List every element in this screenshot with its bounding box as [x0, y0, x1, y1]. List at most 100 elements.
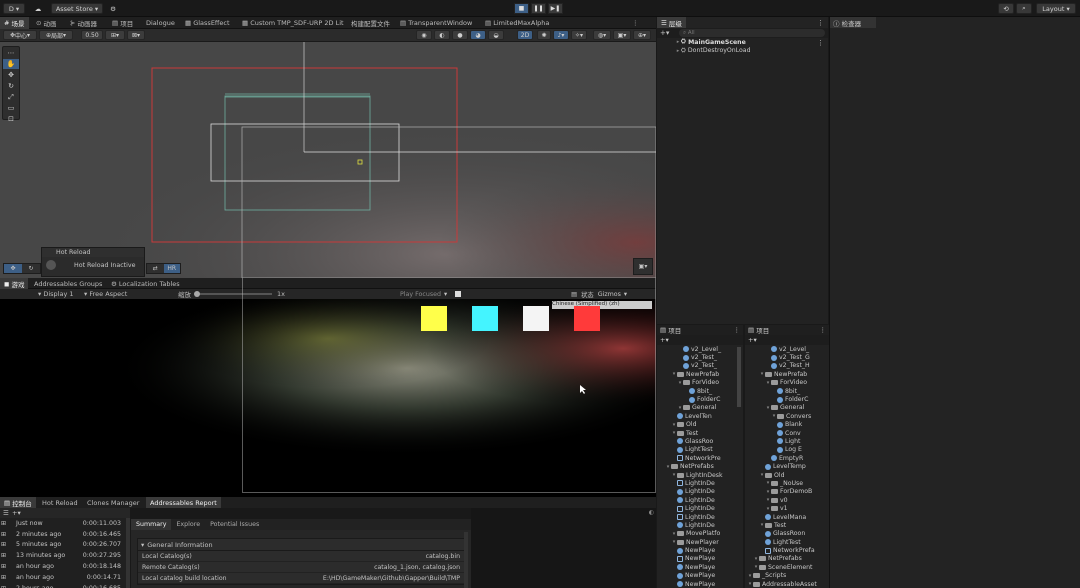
console-row[interactable]: ⊞ an hour ago 0:00:18.148	[0, 561, 130, 572]
play-button[interactable]: ■	[514, 3, 529, 14]
project-item[interactable]: Blank	[745, 421, 829, 429]
project-item[interactable]: LightTest	[657, 446, 743, 454]
tab-animation[interactable]: ⊙ 动画	[36, 17, 57, 29]
tab-custom-tmp[interactable]: ▦ Custom TMP_SDF-URP 2D Lit	[242, 17, 344, 29]
tab-dialogue[interactable]: Dialogue	[146, 17, 175, 29]
console-row[interactable]: ⊞ an hour ago 0:00:14.71	[0, 572, 130, 583]
audio-icon[interactable]: ♪▾	[553, 30, 569, 40]
project-item[interactable]: LightInDe	[657, 521, 743, 529]
transform-tool-icon[interactable]: ⊡	[3, 114, 19, 124]
aspect-dropdown[interactable]: ▾ Free Aspect	[84, 289, 127, 299]
language-overlay[interactable]: Chinese (Simplified) (zh)	[552, 301, 652, 309]
tab-project[interactable]: ▤ 项目	[112, 17, 133, 29]
project-item[interactable]: v2_Test_	[657, 362, 743, 370]
project-item[interactable]: ▾ ForDemoB	[745, 488, 829, 496]
project-item[interactable]: NewPlaye	[657, 563, 743, 571]
project-left-add-icon[interactable]: +▾	[660, 336, 669, 344]
project-item[interactable]: v2_Test_G	[745, 353, 829, 361]
scale-slider[interactable]	[196, 293, 272, 295]
project-item[interactable]: ▾ ForVideo	[745, 379, 829, 387]
gizmos-arrow-icon[interactable]: ▾	[624, 291, 627, 298]
hierarchy-menu-icon[interactable]: ⋮	[817, 19, 824, 27]
settings-icon[interactable]: ⚙	[107, 3, 119, 14]
view-tool-icon[interactable]: ⋯	[3, 48, 19, 58]
shading-solid-icon[interactable]: ●	[452, 30, 468, 40]
project-item[interactable]: FolderC	[745, 395, 829, 403]
project-item[interactable]: NewPlaye	[657, 546, 743, 554]
expand-icon[interactable]: ▸	[675, 39, 681, 45]
project-item[interactable]: ▾ LightInDesk	[657, 471, 743, 479]
rotate-tool-icon[interactable]: ↻	[3, 81, 19, 91]
project-right-tab[interactable]: ▤ 项目 ⋮	[745, 325, 829, 335]
project-item[interactable]: ▾ _Scripts	[745, 572, 829, 580]
project-item[interactable]: LightTest	[745, 538, 829, 546]
console-row[interactable]: ⊞2 hours ago0:00:16.685	[0, 583, 130, 588]
project-item[interactable]: ▾ NewPrefab	[657, 370, 743, 378]
lighting-icon[interactable]: ✺	[537, 30, 551, 40]
project-left-tab[interactable]: ▤ 项目 ⋮	[657, 325, 743, 335]
rect-tool-icon[interactable]: ▭	[3, 103, 19, 113]
nav-orbit-icon[interactable]: ↻	[22, 264, 40, 273]
draw-mode-icon[interactable]: ◉	[416, 30, 432, 40]
project-item[interactable]: 8bit_	[745, 387, 829, 395]
project-item[interactable]: ▾ Old	[657, 421, 743, 429]
move-tool-icon[interactable]: ✥	[3, 70, 19, 80]
tab-glasseffect[interactable]: ▦ GlassEffect	[185, 17, 230, 29]
project-item[interactable]: LevelTen	[657, 412, 743, 420]
history-icon[interactable]: ⟲	[998, 3, 1014, 14]
project-item[interactable]: ▾ _NoUse	[745, 479, 829, 487]
console-menu-icon[interactable]: ☰	[3, 509, 9, 517]
scale-slider-handle[interactable]	[194, 291, 200, 297]
step-button[interactable]: ▶❚	[548, 3, 563, 14]
project-item[interactable]: ▾ Old	[745, 471, 829, 479]
scale-tool-icon[interactable]: ⤢	[3, 92, 19, 102]
scene-view[interactable]: Hot Reload Hot Reload Inactive	[0, 42, 656, 278]
stats-toggle[interactable]: 状态	[581, 290, 594, 299]
tab-inspector[interactable]: ⓘ 检查器	[830, 17, 876, 28]
project-item[interactable]: LightInDe	[657, 504, 743, 512]
project-item[interactable]: ▾ Test	[745, 521, 829, 529]
project-item[interactable]: ▾ MovePlatfo	[657, 530, 743, 538]
project-item[interactable]: ▾ SceneElement	[745, 563, 829, 571]
project-left-menu-icon[interactable]: ⋮	[734, 326, 741, 334]
console-scrollbar[interactable]	[126, 518, 130, 588]
section-expand-icon[interactable]: ▾	[141, 541, 144, 549]
tab-limitedmaxalpha[interactable]: ▤ LimitedMaxAlpha	[485, 17, 549, 29]
project-item[interactable]: NetworkPrefa	[745, 546, 829, 554]
project-item[interactable]: ▾ NetPrefabs	[657, 462, 743, 470]
project-item[interactable]: Log E	[745, 446, 829, 454]
tab-addressables-report[interactable]: Addressables Report	[146, 497, 221, 508]
report-tab-summary[interactable]: Summary	[131, 519, 172, 530]
project-item[interactable]: EmptyR	[745, 454, 829, 462]
stats-icon[interactable]: ▤	[571, 291, 577, 298]
tab-console[interactable]: ▤ 控制台	[0, 497, 36, 508]
shading-lit-icon[interactable]: ◕	[470, 30, 486, 40]
tab-menu-icon[interactable]: ⋮	[632, 17, 639, 29]
project-item[interactable]: v2_Test_H	[745, 362, 829, 370]
project-item[interactable]: ▾ v0	[745, 496, 829, 504]
tab-transparentwindow[interactable]: ▤ TransparentWindow	[400, 17, 472, 29]
report-tab-explore[interactable]: Explore	[171, 521, 205, 528]
project-item[interactable]: 8bit_	[657, 387, 743, 395]
tab-hot-reload[interactable]: Hot Reload	[42, 497, 78, 508]
project-item[interactable]: ▾ v1	[745, 504, 829, 512]
project-item[interactable]: ▾ Test	[657, 429, 743, 437]
tab-clones-manager[interactable]: Clones Manager	[87, 497, 139, 508]
project-item[interactable]: ▾ NewPrefab	[745, 370, 829, 378]
project-item[interactable]: LevelTemp	[745, 462, 829, 470]
grid-icon[interactable]: ⊞▾	[105, 30, 125, 40]
space-dropdown[interactable]: ⊕ 局部 ▾	[39, 30, 73, 40]
project-item[interactable]: v2_Level_	[657, 345, 743, 353]
game-view[interactable]: Chinese (Simplified) (zh)	[0, 299, 656, 497]
project-item[interactable]: LightInDe	[657, 488, 743, 496]
nav-move-icon[interactable]: ✥	[4, 264, 22, 273]
console-row[interactable]: ⊞ 13 minutes ago 0:00:27.295	[0, 550, 130, 561]
tab-build-profiles[interactable]: 构建配置文件	[351, 17, 390, 29]
play-focused-arrow-icon[interactable]: ▾	[444, 291, 447, 298]
project-item[interactable]: NewPlaye	[657, 580, 743, 588]
project-item[interactable]: ▾ General	[657, 404, 743, 412]
hot-reload-toggle-icon[interactable]: ⇄	[147, 264, 164, 273]
asset-store-button[interactable]: Asset Store ▾	[51, 3, 103, 14]
report-tab-issues[interactable]: Potential Issues	[205, 521, 264, 528]
layout-dropdown[interactable]: Layout ▾	[1036, 3, 1076, 14]
